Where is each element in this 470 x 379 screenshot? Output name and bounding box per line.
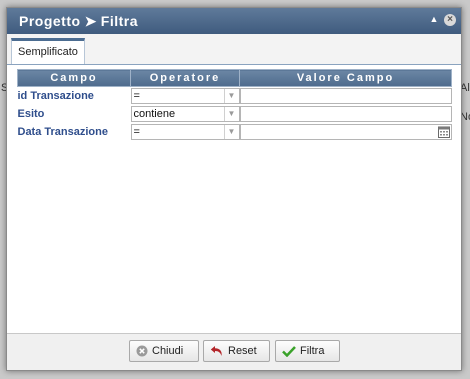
field-label: Esito bbox=[17, 108, 45, 120]
operator-value: contiene bbox=[133, 108, 176, 120]
title-project: Progetto bbox=[19, 13, 81, 29]
close-button[interactable]: Chiudi bbox=[129, 340, 199, 362]
value-input[interactable] bbox=[239, 88, 452, 104]
operator-value: = bbox=[133, 126, 140, 138]
operator-select[interactable]: = ▼ bbox=[130, 88, 240, 104]
filter-button[interactable]: Filtra bbox=[275, 340, 340, 362]
undo-arrow-icon bbox=[210, 346, 222, 357]
operator-select[interactable]: contiene ▼ bbox=[130, 106, 240, 122]
cancel-icon bbox=[136, 345, 148, 357]
column-header-valore-campo: Valore Campo bbox=[239, 69, 452, 87]
reset-button[interactable]: Reset bbox=[203, 340, 270, 362]
close-button-label: Chiudi bbox=[152, 345, 184, 357]
checkmark-icon bbox=[282, 346, 296, 358]
dialog-title: Progetto ➤ Filtra bbox=[19, 13, 138, 30]
filter-dialog: Progetto ➤ Filtra ▲ × Semplificato Campo O… bbox=[6, 7, 462, 371]
table-row: Data Transazione = ▼ bbox=[18, 123, 452, 141]
operator-value: = bbox=[133, 90, 140, 102]
filter-button-label: Filtra bbox=[300, 345, 325, 357]
column-header-campo: Campo bbox=[17, 69, 131, 87]
dialog-footer: Chiudi Reset Filtra bbox=[7, 334, 461, 370]
table-row: Esito contiene ▼ bbox=[18, 105, 452, 123]
dropdown-arrow-icon[interactable]: ▼ bbox=[223, 89, 239, 103]
arrow-right-icon: ➤ bbox=[84, 13, 97, 29]
close-icon[interactable]: × bbox=[444, 14, 456, 26]
reset-button-label: Reset bbox=[228, 345, 257, 357]
tab-strip: Semplificato bbox=[7, 34, 461, 65]
field-label: Data Transazione bbox=[17, 126, 108, 138]
date-input[interactable] bbox=[239, 124, 452, 140]
tab-semplificato[interactable]: Semplificato bbox=[11, 38, 85, 64]
filter-table: Campo Operatore Valore Campo id Transazi… bbox=[17, 69, 452, 141]
dialog-titlebar[interactable]: Progetto ➤ Filtra ▲ × bbox=[7, 8, 461, 34]
collapse-icon[interactable]: ▲ bbox=[429, 14, 439, 24]
column-header-operatore: Operatore bbox=[130, 69, 240, 87]
title-filter: Filtra bbox=[100, 13, 139, 29]
field-label: id Transazione bbox=[17, 90, 94, 102]
dropdown-arrow-icon[interactable]: ▼ bbox=[223, 125, 239, 139]
calendar-icon[interactable] bbox=[437, 126, 450, 138]
value-input[interactable] bbox=[239, 106, 452, 122]
operator-select[interactable]: = ▼ bbox=[130, 124, 240, 140]
dropdown-arrow-icon[interactable]: ▼ bbox=[223, 107, 239, 121]
table-header-row: Campo Operatore Valore Campo bbox=[17, 69, 452, 87]
table-row: id Transazione = ▼ bbox=[18, 87, 452, 106]
filter-panel: Campo Operatore Valore Campo id Transazi… bbox=[7, 65, 461, 334]
